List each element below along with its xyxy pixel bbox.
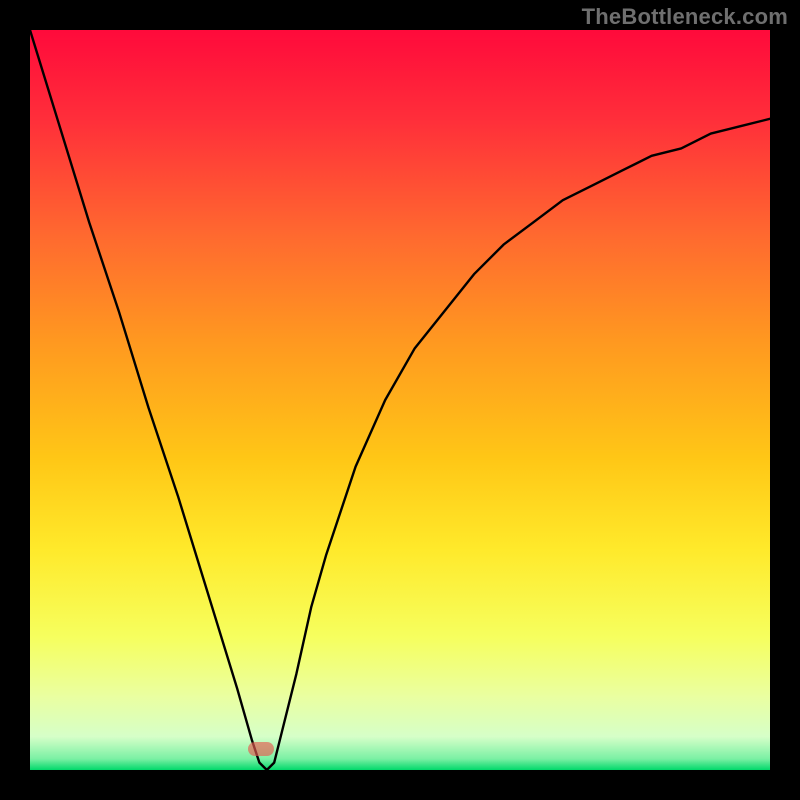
watermark-text: TheBottleneck.com xyxy=(582,4,788,30)
chart-frame: TheBottleneck.com xyxy=(0,0,800,800)
bottleneck-curve xyxy=(30,30,770,770)
optimum-marker xyxy=(248,742,274,756)
plot-area xyxy=(30,30,770,770)
